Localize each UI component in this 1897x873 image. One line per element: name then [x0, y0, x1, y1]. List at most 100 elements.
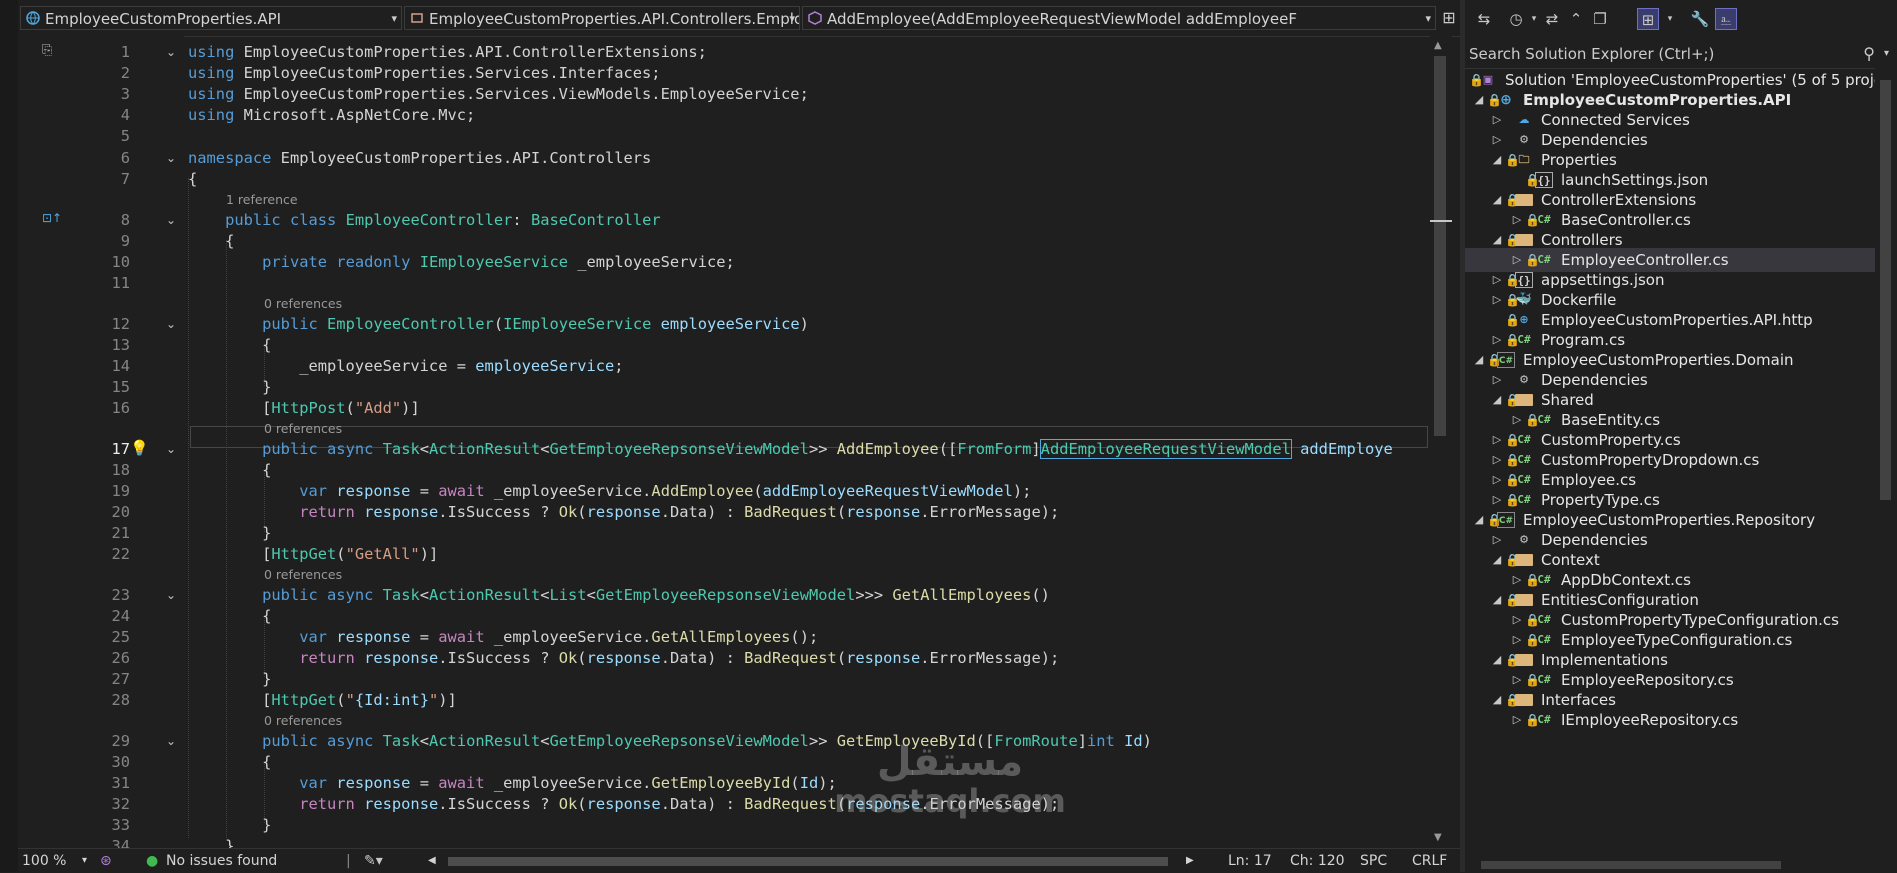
fold-chevron-icon[interactable]: ⌄ [166, 585, 176, 605]
column-indicator[interactable]: Ch: 120 [1290, 849, 1345, 873]
fold-chevron-icon[interactable]: ⌄ [166, 42, 176, 62]
csharp-file-icon: C# [1537, 413, 1551, 426]
scrollbar-thumb[interactable] [1481, 861, 1781, 869]
whitespace-indicator[interactable]: SPC [1360, 849, 1387, 873]
csharp-file-icon: C# [1517, 333, 1531, 346]
line-number: 8 [120, 211, 130, 229]
properties-wrench-icon[interactable]: 🔧 [1689, 8, 1711, 30]
show-all-files-icon[interactable]: ❐ [1589, 8, 1611, 30]
line-number: 1 [120, 43, 130, 61]
horizontal-scrollbar-thumb[interactable] [448, 857, 1168, 866]
tree-item-iemployeerepository[interactable]: ▷ 🔒 C# IEmployeeRepository.cs [1465, 708, 1875, 732]
line-number: 2 [120, 64, 130, 82]
folder-icon [1515, 694, 1533, 706]
solution-explorer-vertical-scrollbar[interactable] [1875, 68, 1897, 858]
scrollbar-thumb[interactable] [1434, 56, 1446, 436]
line-number: 11 [111, 274, 130, 292]
scrollbar-thumb[interactable] [1880, 80, 1891, 500]
token-string: " [345, 691, 355, 709]
line-number: 14 [111, 357, 130, 375]
fold-chevron-icon[interactable]: ⌄ [166, 314, 176, 334]
pending-changes-filter-icon[interactable]: ⊞ [1637, 8, 1659, 30]
chevron-down-icon[interactable]: ▾ [1659, 8, 1681, 30]
docker-icon: 🐳 [1515, 292, 1533, 307]
csharp-file-icon: C# [1517, 433, 1531, 446]
fold-chevron-icon[interactable]: ⌄ [166, 439, 176, 459]
line-indicator[interactable]: Ln: 17 [1228, 849, 1272, 873]
token-control: await [438, 628, 485, 646]
token-keyword: using [188, 85, 235, 103]
token-field: _employeeService [493, 774, 643, 792]
class-dropdown[interactable]: EmployeeCustomProperties.API.Controllers… [404, 6, 800, 30]
project-dropdown[interactable]: EmployeeCustomProperties.API ▾ [20, 6, 402, 30]
quick-actions-icon[interactable]: ⎘ [42, 43, 52, 58]
fold-chevron-icon[interactable]: ⌄ [166, 148, 176, 168]
token-brace: { [262, 607, 272, 625]
line-number: 20 [111, 503, 130, 521]
zoom-level[interactable]: 100 % [22, 849, 66, 873]
code-cleanup-icon[interactable]: ✎▾ [364, 849, 383, 873]
scroll-left-arrow-icon[interactable]: ◀ [428, 849, 436, 873]
collapse-all-icon[interactable]: ⌃ [1565, 8, 1587, 30]
line-number: 18 [111, 461, 130, 479]
scroll-up-arrow-icon[interactable]: ▲ [1434, 40, 1442, 51]
scroll-right-arrow-icon[interactable]: ▶ [1186, 849, 1194, 873]
token-keyword: var [299, 628, 328, 646]
preview-selected-items-icon[interactable]: ⎁ [1715, 8, 1737, 30]
codelens-reference-hint[interactable]: 0 references [264, 567, 342, 583]
token-namespace: EmployeeCustomProperties.API.ControllerE… [234, 43, 707, 61]
token-local: response [586, 795, 661, 813]
chevron-down-icon[interactable]: ▾ [82, 849, 87, 873]
code-line-26: return response.IsSuccess ? Ok(response.… [299, 649, 1060, 667]
token-control: await [438, 774, 485, 792]
copilot-icon[interactable]: ⊛ [100, 849, 112, 873]
line-number: 15 [111, 378, 130, 396]
folder-icon [1515, 654, 1533, 666]
token-parameter: employeeService [660, 315, 800, 333]
code-editor[interactable]: EmployeeCustomProperties.API ▾ EmployeeC… [0, 0, 1460, 873]
class-icon [411, 13, 423, 23]
codelens-reference-hint[interactable]: 0 references [264, 296, 342, 312]
token-type: List [549, 586, 587, 604]
token-control: return [299, 649, 355, 667]
member-dropdown[interactable]: AddEmployee(AddEmployeeRequestViewModel … [802, 6, 1436, 30]
token-property: ErrorMessage [929, 503, 1041, 521]
line-number-current: 17 [111, 440, 130, 458]
token-brace: } [262, 670, 272, 688]
token-field: _employeeService [577, 253, 726, 271]
line-ending-indicator[interactable]: CRLF [1412, 849, 1447, 873]
solution-tree[interactable]: 🔒 ▣ Solution 'EmployeeCustomProperties' … [1465, 68, 1875, 858]
codelens-reference-hint[interactable]: 0 references [264, 713, 342, 729]
token-parameter: addEmployeeRequestViewModel [762, 482, 1013, 500]
sync-icon[interactable]: ⇄ [1541, 8, 1563, 30]
token-keyword: using [188, 106, 235, 124]
token-local: response [586, 649, 661, 667]
chevron-down-icon[interactable]: ▾ [1884, 40, 1889, 68]
switch-views-icon[interactable]: ⇆ [1473, 8, 1495, 30]
split-window-icon[interactable]: ⊞ [1438, 6, 1460, 30]
codelens-reference-hint[interactable]: 0 references [264, 421, 342, 437]
fold-chevron-icon[interactable]: ⌄ [166, 210, 176, 230]
editor-vertical-scrollbar[interactable]: ▲ ▼ [1430, 36, 1452, 848]
implementation-glyph-icon[interactable]: ⊡↑ [42, 211, 62, 225]
scroll-down-arrow-icon[interactable]: ▼ [1434, 832, 1442, 843]
lightbulb-icon[interactable]: 💡 [130, 439, 149, 457]
chevron-down-icon: ▾ [789, 12, 795, 25]
solution-explorer-horizontal-scrollbar[interactable] [1465, 858, 1897, 872]
fold-chevron-icon[interactable]: ⌄ [166, 731, 176, 751]
line-number: 32 [111, 795, 130, 813]
collapsed-arrow-icon[interactable]: ▷ [1511, 708, 1523, 732]
line-number: 9 [120, 232, 130, 250]
search-icon[interactable]: ⚲ [1863, 40, 1875, 68]
token-namespace: EmployeeCustomProperties.API.Controllers [271, 149, 652, 167]
codelens-reference-hint[interactable]: 1 reference [226, 192, 298, 208]
token-local: response [336, 482, 411, 500]
line-number: 22 [111, 545, 130, 563]
code-line-15: } [188, 377, 271, 397]
solution-explorer-search[interactable]: Search Solution Explorer (Ctrl+;) ⚲ ▾ [1465, 40, 1897, 69]
code-area[interactable]: using EmployeeCustomProperties.API.Contr… [184, 36, 1428, 848]
code-line-13: { [188, 335, 271, 355]
code-line-30: { [188, 752, 271, 772]
token-local: response [846, 503, 921, 521]
issues-status[interactable]: No issues found [166, 849, 277, 873]
